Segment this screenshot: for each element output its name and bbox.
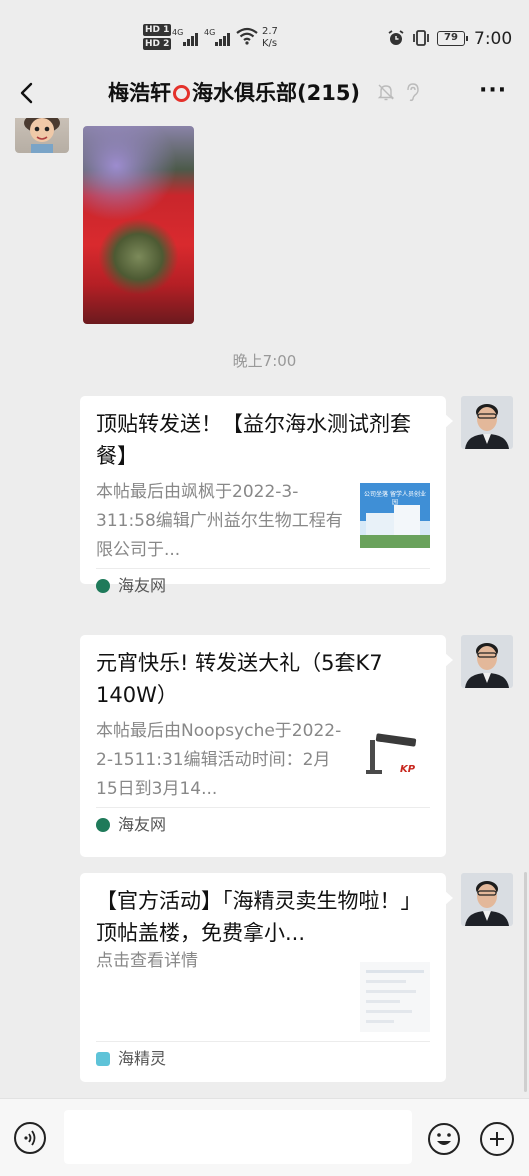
- title-part-1: 梅浩轩: [108, 81, 171, 105]
- card-description: 本帖最后由飒枫于2022-3-311:58编辑广州益尔生物工程有限公司于...: [96, 482, 343, 560]
- hd1-label: HD 1: [143, 24, 172, 36]
- link-card[interactable]: 元宵快乐! 转发送大礼（5套K7 140W） 本帖最后由Noopsyche于20…: [80, 635, 453, 857]
- sender-avatar[interactable]: [461, 873, 513, 926]
- chat-area[interactable]: 晚上7:00 顶贴转发送！【益尔海水测试剂套餐】 本帖最后由飒枫于2022-3-…: [0, 118, 529, 1098]
- signal-type-2: 4G: [204, 28, 216, 37]
- source-label: 海友网: [118, 815, 167, 834]
- hd2-label: HD 2: [143, 38, 172, 50]
- signal-bars-2-icon: [215, 30, 237, 46]
- network-speed: 2.7 K/s: [262, 26, 278, 50]
- earpiece-icon: [407, 83, 419, 102]
- member-avatar[interactable]: [15, 118, 69, 153]
- shared-photo[interactable]: [83, 126, 194, 324]
- speed-value: 2.7: [262, 26, 278, 37]
- speed-unit: K/s: [262, 38, 278, 49]
- card-thumbnail: KP: [360, 722, 430, 787]
- vibrate-icon: [413, 30, 429, 46]
- status-time: 7:00: [474, 29, 513, 49]
- more-functions-button[interactable]: [480, 1122, 514, 1156]
- title-part-2: 海水俱乐部(215): [192, 81, 361, 105]
- source-label: 海精灵: [118, 1049, 167, 1068]
- haiyou-logo-icon: [96, 818, 110, 832]
- card-description: 点击查看详情: [96, 951, 198, 971]
- source-label: 海友网: [118, 576, 167, 595]
- time-label: 晚上7:00: [232, 352, 297, 370]
- input-bar: [0, 1098, 529, 1176]
- back-icon[interactable]: [14, 78, 40, 108]
- emoji-button[interactable]: [427, 1122, 461, 1156]
- link-card[interactable]: 顶贴转发送！【益尔海水测试剂套餐】 本帖最后由飒枫于2022-3-311:58编…: [80, 396, 453, 595]
- signal-type-1: 4G: [172, 28, 184, 37]
- thumb-logo: KP: [400, 764, 416, 775]
- mute-bell-icon: [377, 84, 395, 101]
- card-thumbnail: [360, 962, 430, 1032]
- haijingling-logo-icon: [96, 1052, 110, 1066]
- hd-indicator: HD 1 HD 2: [143, 24, 172, 52]
- sender-avatar[interactable]: [461, 396, 513, 449]
- card-title: 【官方活动】「海精灵卖生物啦！」顶帖盖楼，免费拿小...: [96, 889, 422, 945]
- chat-title: 梅浩轩 海水俱乐部(215): [108, 77, 360, 107]
- card-title: 顶贴转发送！【益尔海水测试剂套餐】: [96, 412, 411, 468]
- alarm-icon: [388, 30, 404, 45]
- message-input[interactable]: [64, 1110, 412, 1164]
- card-source: 海友网: [96, 807, 430, 842]
- more-options-icon[interactable]: ···: [479, 78, 506, 108]
- voice-input-button[interactable]: [14, 1122, 46, 1154]
- card-description: 本帖最后由Noopsyche于2022-2-1511:31编辑活动时间：2月15…: [96, 721, 342, 799]
- thumb-caption: 公司坐落 留学人员创业园: [364, 491, 426, 506]
- wifi-icon: [236, 27, 258, 45]
- haiyou-logo-icon: [96, 579, 110, 593]
- card-source: 海友网: [96, 568, 430, 603]
- card-thumbnail: 公司坐落 留学人员创业园: [360, 483, 430, 548]
- card-title: 元宵快乐! 转发送大礼（5套K7 140W）: [96, 651, 383, 707]
- signal-bars-icon: [183, 30, 205, 46]
- scrollbar[interactable]: [524, 872, 527, 1092]
- title-bar: 梅浩轩 海水俱乐部(215) ···: [0, 70, 529, 116]
- sender-avatar[interactable]: [461, 635, 513, 688]
- status-bar: HD 1 HD 2 4G 4G 2.7 K/s 79 7:00: [0, 0, 529, 78]
- card-source: 海精灵: [96, 1041, 430, 1076]
- battery-icon: 79: [437, 31, 468, 46]
- red-circle-icon: [173, 85, 190, 102]
- link-card[interactable]: 【官方活动】「海精灵卖生物啦！」顶帖盖楼，免费拿小... 点击查看详情 海精灵: [80, 873, 453, 1082]
- voice-icon: [24, 1130, 36, 1146]
